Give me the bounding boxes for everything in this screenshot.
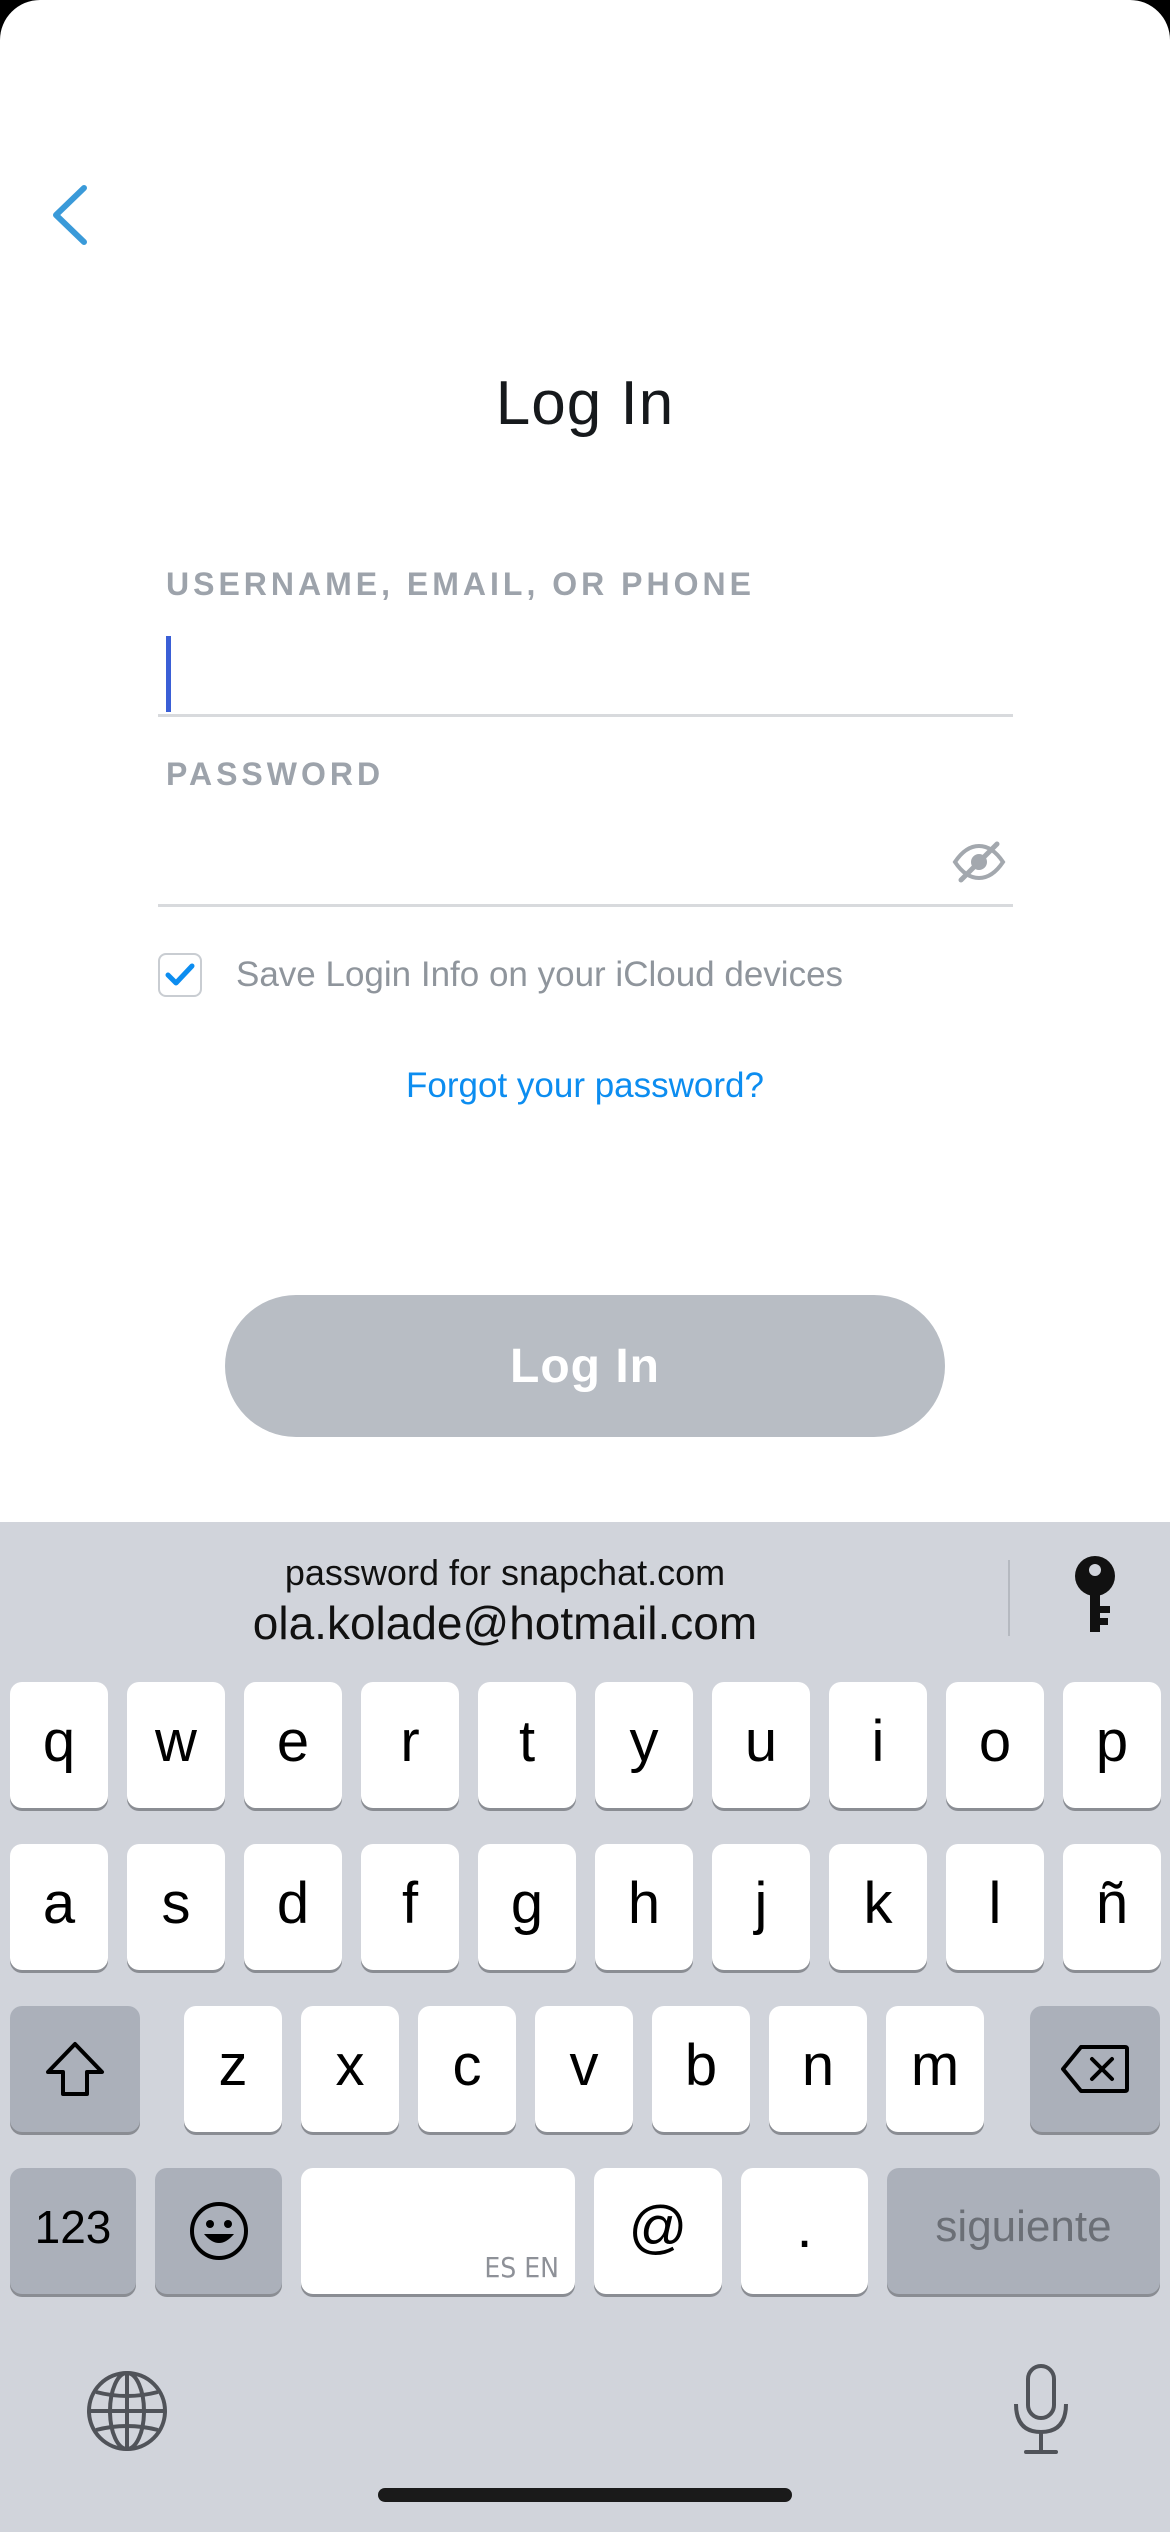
login-screen: Log In USERNAME, EMAIL, OR PHONE PASSWOR… <box>0 0 1170 2532</box>
key-c[interactable]: c <box>418 2006 516 2132</box>
key-l[interactable]: l <box>946 1844 1044 1970</box>
key-label: o <box>978 1708 1012 1774</box>
key-label: b <box>684 2032 718 2098</box>
key-label: s <box>161 1870 191 1936</box>
key-label: r <box>400 1708 420 1774</box>
key-icon <box>1075 1556 1115 1632</box>
key-w[interactable]: w <box>127 1682 225 1808</box>
key-label: k <box>863 1870 893 1936</box>
key-label: u <box>744 1708 778 1774</box>
key-label: 123 <box>34 2201 112 2253</box>
username-field[interactable] <box>158 614 1013 717</box>
key-s[interactable]: s <box>127 1844 225 1970</box>
key-label: a <box>42 1870 76 1936</box>
password-label: PASSWORD <box>166 756 385 792</box>
key-label: t <box>518 1708 536 1774</box>
key-z[interactable]: z <box>184 2006 282 2132</box>
key-label: m <box>910 2032 960 2098</box>
home-indicator[interactable] <box>378 2488 792 2502</box>
key-label: . <box>796 2194 813 2260</box>
key-j[interactable]: j <box>712 1844 810 1970</box>
key-label: p <box>1095 1708 1129 1774</box>
space-key[interactable]: ES EN <box>301 2168 575 2294</box>
login-button[interactable]: Log In <box>225 1295 945 1437</box>
globe-icon <box>87 2371 167 2451</box>
emoji-face-icon <box>189 2202 248 2260</box>
key-d[interactable]: d <box>244 1844 342 1970</box>
back-button[interactable] <box>30 170 110 260</box>
key-b[interactable]: b <box>652 2006 750 2132</box>
eye-slash-icon <box>952 841 1006 883</box>
key-label: g <box>510 1870 544 1936</box>
key-o[interactable]: o <box>946 1682 1044 1808</box>
key-label: v <box>569 2032 599 2098</box>
key-label: c <box>452 2032 482 2098</box>
key-n-tilde[interactable]: ñ <box>1063 1844 1161 1970</box>
key-f[interactable]: f <box>361 1844 459 1970</box>
key-r[interactable]: r <box>361 1682 459 1808</box>
key-e[interactable]: e <box>244 1682 342 1808</box>
key-label: q <box>42 1708 76 1774</box>
key-label: siguiente <box>935 2202 1112 2251</box>
keyboard: password for snapchat.com ola.kolade@hot… <box>0 1522 1170 2532</box>
key-k[interactable]: k <box>829 1844 927 1970</box>
backspace-icon <box>1061 2045 1129 2093</box>
key-g[interactable]: g <box>478 1844 576 1970</box>
page-title: Log In <box>495 369 675 438</box>
key-label: h <box>627 1870 661 1936</box>
key-v[interactable]: v <box>535 2006 633 2132</box>
numbers-key[interactable]: 123 <box>10 2168 136 2294</box>
shift-key[interactable] <box>10 2006 140 2132</box>
next-key[interactable]: siguiente <box>887 2168 1160 2294</box>
key-label: d <box>276 1870 310 1936</box>
key-label: ñ <box>1095 1870 1129 1936</box>
toggle-password-visibility-button[interactable] <box>951 834 1007 890</box>
text-caret <box>166 636 171 712</box>
microphone-icon <box>1014 2364 1068 2454</box>
key-label: w <box>155 1708 197 1774</box>
passwords-button[interactable] <box>1060 1550 1130 1640</box>
key-label: i <box>871 1708 885 1774</box>
key-label: @ <box>628 2194 688 2260</box>
key-p[interactable]: p <box>1063 1682 1161 1808</box>
key-label: f <box>401 1870 419 1936</box>
key-a[interactable]: a <box>10 1844 108 1970</box>
key-m[interactable]: m <box>886 2006 984 2132</box>
shift-arrow-icon <box>46 2042 104 2096</box>
key-u[interactable]: u <box>712 1682 810 1808</box>
delete-key[interactable] <box>1030 2006 1160 2132</box>
key-label: e <box>276 1708 310 1774</box>
key-y[interactable]: y <box>595 1682 693 1808</box>
key-i[interactable]: i <box>829 1682 927 1808</box>
key-h[interactable]: h <box>595 1844 693 1970</box>
suggestion-subtitle: password for snapchat.com <box>284 1552 726 1593</box>
checkmark-icon <box>165 963 195 986</box>
key-label: j <box>754 1870 768 1936</box>
key-q[interactable]: q <box>10 1682 108 1808</box>
at-key[interactable]: @ <box>594 2168 722 2294</box>
space-key-language-hint: ES EN <box>484 2251 559 2284</box>
key-n[interactable]: n <box>769 2006 867 2132</box>
key-label: x <box>335 2032 365 2098</box>
key-label: n <box>801 2032 835 2098</box>
save-login-checkbox[interactable] <box>158 953 202 997</box>
dictation-button[interactable] <box>1006 2362 1076 2458</box>
key-x[interactable]: x <box>301 2006 399 2132</box>
password-suggestion[interactable]: password for snapchat.com ola.kolade@hot… <box>0 1522 1010 1650</box>
suggestion-divider <box>1008 1560 1010 1636</box>
username-label: USERNAME, EMAIL, OR PHONE <box>166 566 755 602</box>
suggestion-value: ola.kolade@hotmail.com <box>252 1597 758 1649</box>
emoji-key[interactable] <box>155 2168 282 2294</box>
globe-button[interactable] <box>84 2368 170 2454</box>
password-field[interactable] <box>158 804 1013 907</box>
save-login-label[interactable]: Save Login Info on your iCloud devices <box>236 955 843 995</box>
key-label: l <box>988 1870 1002 1936</box>
key-label: z <box>218 2032 248 2098</box>
chevron-left-icon <box>53 185 87 245</box>
forgot-password-link[interactable]: Forgot your password? <box>0 1066 1170 1106</box>
key-label: y <box>629 1708 659 1774</box>
key-t[interactable]: t <box>478 1682 576 1808</box>
dot-key[interactable]: . <box>741 2168 868 2294</box>
